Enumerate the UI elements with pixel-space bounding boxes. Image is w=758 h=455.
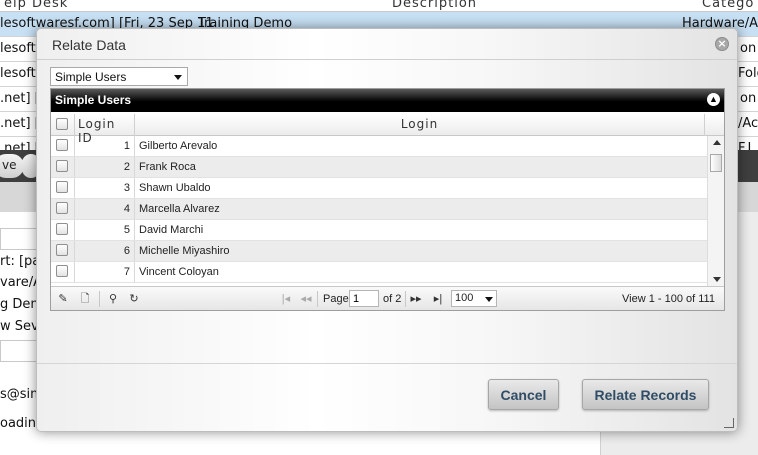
- login-id-cell: 4: [75, 199, 135, 219]
- page-number-input[interactable]: [349, 290, 379, 307]
- page-size-select[interactable]: 100: [451, 290, 497, 307]
- login-id-cell: 3: [75, 178, 135, 198]
- refresh-icon[interactable]: ↻: [127, 292, 141, 306]
- scroll-up-icon[interactable]: [713, 140, 721, 145]
- row-checkbox[interactable]: [56, 223, 68, 235]
- table-row[interactable]: 2 Frank Roca: [51, 157, 707, 178]
- relation-select[interactable]: Simple Users: [50, 67, 188, 86]
- last-page-icon[interactable]: ▸|: [431, 292, 445, 306]
- column-helpdesk: elp Desk: [4, 0, 69, 11]
- login-cell: David Marchi: [139, 224, 204, 236]
- collapse-icon[interactable]: ▲: [707, 93, 720, 106]
- select-all-checkbox[interactable]: [56, 118, 68, 130]
- login-id-cell: 7: [75, 262, 135, 282]
- relate-records-button[interactable]: Relate Records: [582, 379, 709, 410]
- background-field-label: w Seve: [0, 319, 40, 334]
- row-checkbox[interactable]: [56, 181, 68, 193]
- grid-body: 1 Gilberto Arevalo 2 Frank Roca 3 Shawn …: [51, 136, 707, 286]
- page-size-value: 100: [455, 292, 474, 304]
- edit-icon[interactable]: ✎: [56, 292, 70, 306]
- background-field-label: oading: [0, 416, 40, 431]
- table-row[interactable]: 3 Shawn Ubaldo: [51, 178, 707, 199]
- background-input[interactable]: [0, 340, 40, 362]
- pager-separator: [317, 291, 318, 307]
- login-cell: Vincent Coloyan: [139, 266, 219, 278]
- new-record-icon[interactable]: 🗋: [78, 292, 92, 306]
- records-info: View 1 - 100 of 111: [622, 293, 715, 305]
- users-grid: Simple Users ▲ Login ID Login 1 Gilberto…: [50, 88, 725, 311]
- background-field-label: rt: [pat: [0, 254, 40, 269]
- background-field-label: vare/Ac: [0, 275, 40, 290]
- pager-separator: [405, 291, 406, 307]
- login-cell: Frank Roca: [139, 161, 196, 173]
- column-login[interactable]: Login: [135, 114, 705, 136]
- relate-data-dialog: Relate Data × Simple Users Simple Users …: [36, 28, 738, 432]
- relation-select-value: Simple Users: [55, 70, 127, 84]
- table-row[interactable]: 5 David Marchi: [51, 220, 707, 241]
- login-cell: Michelle Miyashiro: [139, 245, 230, 257]
- column-category: Catego: [702, 0, 755, 11]
- cancel-button[interactable]: Cancel: [488, 379, 559, 410]
- grid-header: Login ID Login: [51, 114, 724, 145]
- login-cell: Marcella Alvarez: [139, 203, 220, 215]
- dialog-divider: [37, 59, 737, 60]
- chevron-down-icon: [485, 297, 493, 302]
- chevron-down-icon: [174, 75, 182, 80]
- scroll-down-icon[interactable]: [713, 277, 721, 282]
- pager-separator: [99, 291, 100, 307]
- dialog-title: Relate Data: [52, 37, 126, 53]
- login-id-cell: 5: [75, 220, 135, 240]
- background-toolbar-button[interactable]: ve: [0, 154, 25, 178]
- column-description: Description: [392, 0, 478, 11]
- page-count: of 2: [383, 293, 402, 305]
- scrollbar-thumb[interactable]: [710, 154, 722, 172]
- table-row[interactable]: 7 Vincent Coloyan: [51, 262, 707, 283]
- first-page-icon[interactable]: |◂: [279, 292, 293, 306]
- background-input[interactable]: [0, 228, 40, 250]
- row-checkbox[interactable]: [56, 139, 68, 151]
- page-label: Page: [323, 293, 349, 305]
- login-cell: Gilberto Arevalo: [139, 140, 218, 152]
- close-icon[interactable]: ×: [715, 37, 729, 51]
- grid-caption-title: Simple Users: [55, 93, 132, 107]
- login-cell: Shawn Ubaldo: [139, 182, 211, 194]
- dialog-footer-divider: [37, 363, 737, 364]
- login-id-cell: 2: [75, 157, 135, 177]
- login-id-cell: 6: [75, 241, 135, 261]
- background-grid-header: elp Desk Description Catego: [0, 0, 758, 12]
- background-field-label: g Dem: [0, 297, 40, 312]
- login-id-cell: 1: [75, 136, 135, 156]
- prev-page-icon[interactable]: ◂◂: [299, 292, 313, 306]
- table-row[interactable]: 6 Michelle Miyashiro: [51, 241, 707, 262]
- row-checkbox[interactable]: [56, 244, 68, 256]
- grid-scrollbar[interactable]: [707, 136, 724, 286]
- table-row[interactable]: 4 Marcella Alvarez: [51, 199, 707, 220]
- select-all-cell: [51, 114, 75, 136]
- resize-handle-icon[interactable]: [724, 418, 734, 428]
- search-icon[interactable]: ⚲: [106, 292, 120, 306]
- grid-pager: ✎ 🗋 ⚲ ↻ |◂ ◂◂ Page of 2 ▸▸ ▸| 100 View 1…: [51, 286, 724, 310]
- next-page-icon[interactable]: ▸▸: [409, 292, 423, 306]
- column-login-id[interactable]: Login ID: [75, 114, 135, 145]
- background-field-label: s@sim: [0, 387, 40, 402]
- grid-caption: Simple Users ▲: [51, 89, 724, 112]
- row-checkbox[interactable]: [56, 265, 68, 277]
- table-row[interactable]: 1 Gilberto Arevalo: [51, 136, 707, 157]
- row-checkbox[interactable]: [56, 202, 68, 214]
- row-checkbox[interactable]: [56, 160, 68, 172]
